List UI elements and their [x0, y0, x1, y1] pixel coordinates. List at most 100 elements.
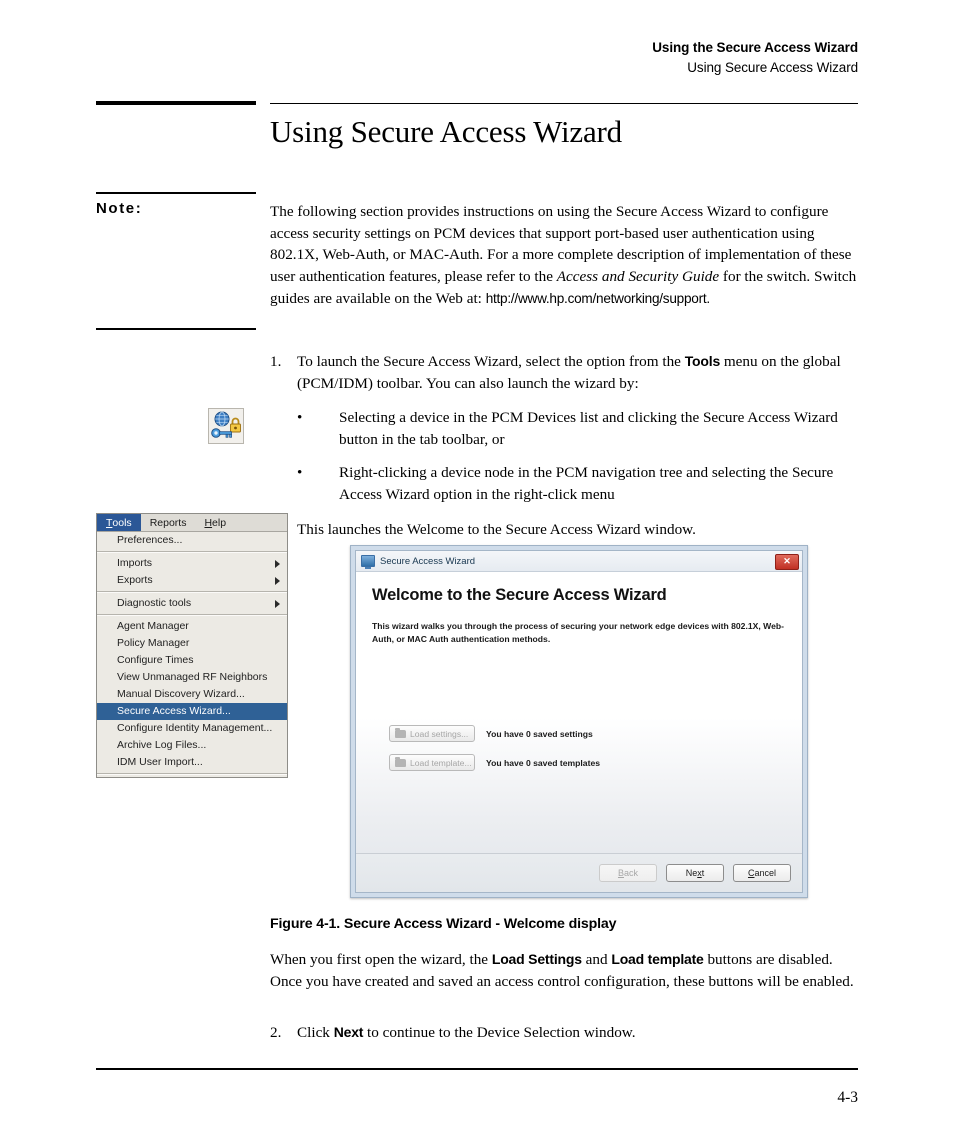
folder-icon — [395, 756, 406, 767]
close-icon[interactable]: ✕ — [775, 554, 799, 570]
wizard-titlebar: Secure Access Wizard ✕ — [356, 551, 802, 572]
menu-item-agent-manager[interactable]: Agent Manager — [97, 618, 287, 635]
load-settings-button-label: Load settings... — [410, 728, 469, 739]
list-item: • Right-clicking a device node in the PCM… — [297, 462, 860, 505]
menu-item-policy-manager-label: Policy Manager — [117, 637, 190, 649]
load-settings-button[interactable]: Load settings... — [389, 725, 475, 742]
cancel-button-label: ancel — [754, 868, 776, 878]
wizard-inner-frame: Secure Access Wizard ✕ Welcome to the Se… — [355, 550, 803, 893]
menu-item-idm-user-import-label: IDM User Import... — [117, 756, 203, 768]
running-header-line1: Using the Secure Access Wizard — [652, 40, 858, 55]
wizard-title-text: Secure Access Wizard — [380, 555, 476, 567]
load-template-button[interactable]: Load template... — [389, 754, 475, 771]
menu-item-policy-manager[interactable]: Policy Manager — [97, 635, 287, 652]
step-1: 1. To launch the Secure Access Wizard, s… — [270, 351, 860, 541]
menu-item-agent-manager-label: Agent Manager — [117, 620, 189, 632]
menu-item-view-unmanaged-rf-neighbors[interactable]: View Unmanaged RF Neighbors — [97, 669, 287, 686]
bullet-dot-icon: • — [297, 463, 303, 481]
step-2: 2. Click Next to continue to the Device … — [270, 1022, 860, 1044]
menubar-item-help-label: elp — [212, 516, 227, 529]
menubar-item-reports-label: Reports — [149, 516, 187, 529]
menu-item-configure-times[interactable]: Configure Times — [97, 652, 287, 669]
note-label: Note: — [96, 200, 143, 217]
submenu-arrow-icon — [275, 576, 280, 585]
tools-menu-screenshot: Tools Reports Help Preferences... Import… — [96, 513, 288, 778]
menu-item-preferences[interactable]: Preferences... — [97, 532, 287, 549]
menu-item-preferences-label: Preferences... — [117, 534, 183, 546]
body-after-figure: When you first open the wizard, the Load… — [270, 949, 860, 992]
bullet-dot-icon: • — [297, 409, 303, 427]
menubar-item-reports[interactable]: Reports — [141, 514, 196, 531]
step-1-bullet-1: Selecting a device in the PCM Devices li… — [339, 409, 838, 449]
step-1-bold-tools: Tools — [684, 353, 721, 369]
menu-item-idm-user-import[interactable]: IDM User Import... — [97, 754, 287, 771]
menu-separator — [97, 614, 287, 616]
cancel-button[interactable]: Cancel — [733, 864, 791, 882]
menu-item-configure-times-label: Configure Times — [117, 654, 194, 666]
list-item: • Selecting a device in the PCM Devices l… — [297, 407, 860, 450]
wizard-description: This wizard walks you through the proces… — [372, 621, 784, 644]
menu-separator — [97, 591, 287, 593]
menu-item-secure-access-wizard[interactable]: Secure Access Wizard... — [97, 703, 287, 720]
menu-item-configure-identity-management[interactable]: Configure Identity Management... — [97, 720, 287, 737]
menu-item-exports-label: Exports — [117, 574, 153, 586]
menu-item-archive-log-files[interactable]: Archive Log Files... — [97, 737, 287, 754]
step-2-text: Click Next to continue to the Device Sel… — [297, 1022, 860, 1044]
load-settings-row: Load settings... You have 0 saved settin… — [389, 725, 600, 742]
note-body: The following section provides instructi… — [270, 201, 860, 310]
wizard-load-group: Load settings... You have 0 saved settin… — [389, 725, 600, 783]
step-1-number: 1. — [270, 353, 282, 370]
menu-item-imports-label: Imports — [117, 557, 153, 569]
footer-rule — [96, 1068, 858, 1070]
menu-separator — [97, 773, 287, 775]
wizard-content: Welcome to the Secure Access Wizard This… — [356, 572, 802, 853]
bold-load-settings: Load Settings — [491, 951, 582, 967]
menu-item-view-unmanaged-rf-neighbors-label: View Unmanaged RF Neighbors — [117, 671, 268, 683]
menubar-item-tools[interactable]: Tools — [97, 514, 141, 531]
menu-item-secure-access-wizard-label: Secure Access Wizard... — [117, 705, 231, 717]
body-after-figure-text-b: and — [581, 951, 612, 968]
title-rule-right — [270, 103, 858, 104]
wizard-footer: Back Ne x t Cancel — [356, 853, 802, 892]
figure-caption: Figure 4-1. Secure Access Wizard - Welco… — [270, 916, 617, 932]
menu-item-imports[interactable]: Imports — [97, 555, 287, 572]
note-url: http://www.hp.com/networking/support. — [485, 290, 710, 306]
saved-settings-status: You have 0 saved settings — [486, 728, 593, 739]
folder-icon — [395, 727, 406, 738]
menu-item-manual-discovery-wizard-label: Manual Discovery Wizard... — [117, 688, 245, 700]
step-2-text-a: Click — [297, 1024, 334, 1041]
menu-item-manual-discovery-wizard[interactable]: Manual Discovery Wizard... — [97, 686, 287, 703]
step-1-bullet-list: • Selecting a device in the PCM Devices l… — [297, 407, 860, 505]
note-rule-bottom — [96, 328, 256, 330]
submenu-arrow-icon — [275, 599, 280, 608]
note-rule-top — [96, 192, 256, 194]
menu-separator — [97, 551, 287, 553]
wizard-heading: Welcome to the Secure Access Wizard — [372, 586, 667, 604]
menu-item-exports[interactable]: Exports — [97, 572, 287, 589]
running-header-line2: Using Secure Access Wizard — [687, 59, 858, 75]
step-1-bullet-2: Right-clicking a device node in the PCM … — [339, 463, 834, 503]
submenu-arrow-icon — [275, 559, 280, 568]
menu-item-configure-identity-management-label: Configure Identity Management... — [117, 722, 273, 734]
bold-load-template: Load template — [611, 951, 704, 967]
page-number: 4-3 — [837, 1089, 858, 1106]
back-button[interactable]: Back — [599, 864, 657, 882]
menu-item-diagnostic-tools-label: Diagnostic tools — [117, 597, 192, 609]
menubar-item-help[interactable]: Help — [195, 514, 235, 531]
menu-item-diagnostic-tools[interactable]: Diagnostic tools — [97, 595, 287, 612]
page-title: Using Secure Access Wizard — [270, 114, 622, 149]
monitor-icon — [361, 555, 375, 569]
running-header: Using the Secure Access Wizard Using Sec… — [652, 38, 858, 77]
tools-menu-body: Preferences... Imports Exports Diagnosti… — [97, 532, 287, 775]
secure-access-wizard-dialog: Secure Access Wizard ✕ Welcome to the Se… — [350, 545, 808, 898]
secure-access-wizard-toolbar-icon — [208, 408, 244, 444]
load-template-button-label: Load template... — [410, 757, 472, 768]
next-button-label: Ne — [685, 868, 698, 878]
title-rule-left — [96, 101, 256, 105]
step-1-closing: This launches the Welcome to the Secure … — [297, 521, 696, 539]
menubar-item-tools-label: ools — [112, 516, 132, 529]
menubar: Tools Reports Help — [97, 514, 287, 532]
next-button[interactable]: Ne x t — [666, 864, 724, 882]
menu-item-archive-log-files-label: Archive Log Files... — [117, 739, 207, 751]
saved-templates-status: You have 0 saved templates — [486, 757, 600, 768]
